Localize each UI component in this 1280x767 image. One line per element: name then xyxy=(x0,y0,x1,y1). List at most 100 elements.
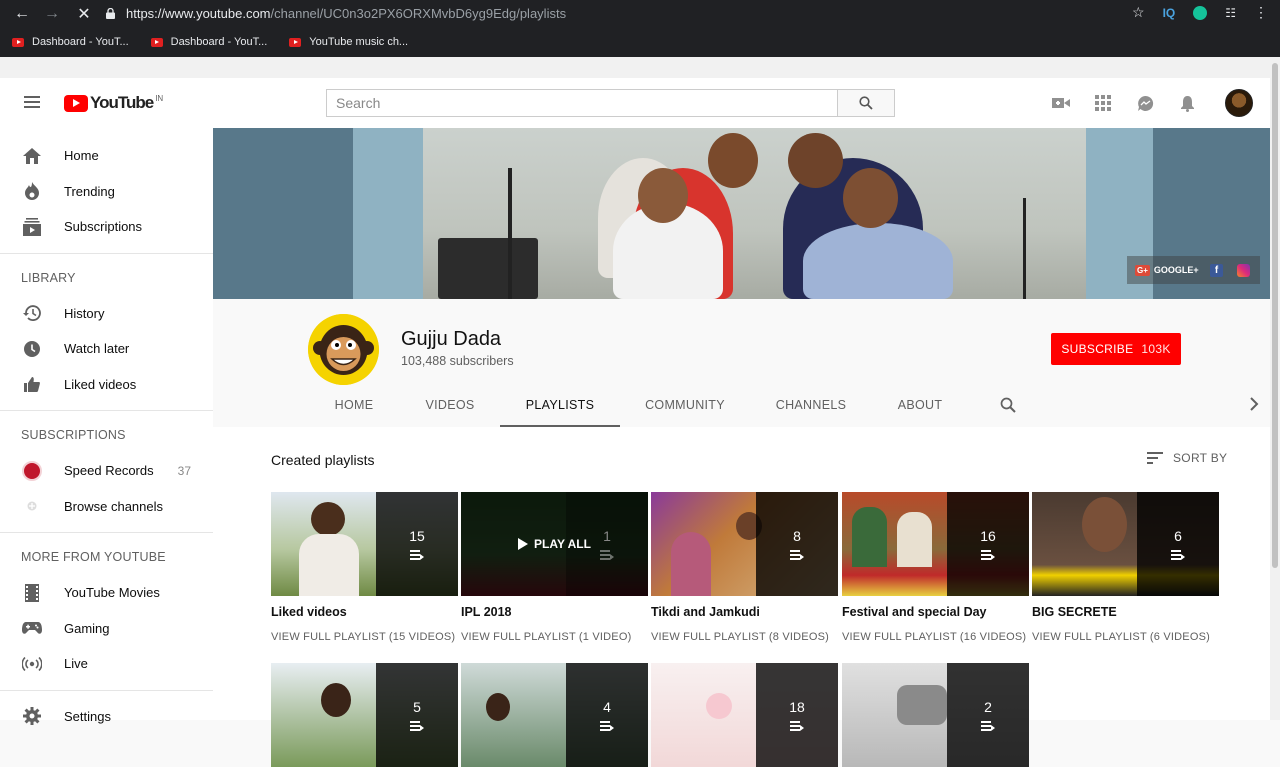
video-count-overlay: 2 xyxy=(947,663,1029,767)
tab-about[interactable]: ABOUT xyxy=(889,385,951,427)
playlist-thumbnail[interactable]: 8 xyxy=(651,492,838,596)
view-full-playlist-link[interactable]: VIEW FULL PLAYLIST (15 VIDEOS) xyxy=(271,631,458,643)
playlist-card[interactable]: 8 Tikdi and Jamkudi VIEW FULL PLAYLIST (… xyxy=(651,492,838,643)
youtube-favicon-icon xyxy=(289,37,302,47)
sidebar-item-gaming[interactable]: Gaming xyxy=(0,611,213,647)
tab-videos[interactable]: VIDEOS xyxy=(417,385,483,427)
instagram-icon[interactable] xyxy=(1237,263,1250,277)
google-plus-icon[interactable]: G+ xyxy=(1135,264,1150,276)
apps-grid-icon[interactable] xyxy=(1093,93,1113,113)
user-avatar[interactable] xyxy=(1225,89,1253,117)
playlist-thumbnail[interactable]: 5 xyxy=(271,663,458,767)
tab-playlists[interactable]: PLAYLISTS xyxy=(500,385,620,427)
playlist-thumbnail[interactable]: 15 xyxy=(271,492,458,596)
playlist-thumbnail[interactable]: 16 xyxy=(842,492,1029,596)
bookmark-item[interactable]: Dashboard - YouT... xyxy=(150,36,268,48)
extension-iq-icon[interactable]: IQ xyxy=(1163,6,1176,20)
sidebar-item-browse-channels[interactable]: Browse channels xyxy=(0,489,213,525)
star-icon[interactable]: ☆ xyxy=(1132,4,1145,21)
playlist-queue-icon xyxy=(790,550,804,560)
playlist-title[interactable]: IPL 2018 xyxy=(461,605,648,619)
view-full-playlist-link[interactable]: VIEW FULL PLAYLIST (1 VIDEO) xyxy=(461,631,648,643)
chevron-right-icon[interactable] xyxy=(1249,397,1259,411)
bookmark-item[interactable]: YouTube music ch... xyxy=(289,36,408,48)
playlist-card[interactable]: 18 xyxy=(651,663,838,767)
sidebar-item-label: Trending xyxy=(64,183,115,199)
video-count-overlay: 6 xyxy=(1137,492,1219,596)
scrollbar-thumb[interactable] xyxy=(1272,63,1278,568)
play-all-button[interactable]: PLAY ALL xyxy=(461,492,648,596)
notifications-bell-icon[interactable] xyxy=(1177,93,1197,113)
back-arrow-icon[interactable]: ← xyxy=(10,5,34,23)
sidebar-item-liked-videos[interactable]: Liked videos xyxy=(0,367,213,403)
playlist-card[interactable]: 5 xyxy=(271,663,458,767)
channel-search-icon[interactable] xyxy=(1000,397,1016,413)
video-count-overlay: 16 xyxy=(947,492,1029,596)
view-full-playlist-link[interactable]: VIEW FULL PLAYLIST (8 VIDEOS) xyxy=(651,631,838,643)
playlist-title[interactable]: Festival and special Day xyxy=(842,605,1029,619)
view-full-playlist-link[interactable]: VIEW FULL PLAYLIST (16 VIDEOS) xyxy=(842,631,1029,643)
page-scrollbar[interactable] xyxy=(1270,57,1280,720)
playlist-thumbnail[interactable]: 6 xyxy=(1032,492,1219,596)
playlist-thumbnail[interactable]: 4 xyxy=(461,663,648,767)
sidebar-item-settings[interactable]: Settings xyxy=(0,699,213,735)
search-button[interactable] xyxy=(837,89,895,117)
playlist-card[interactable]: 2 xyxy=(842,663,1029,767)
messages-icon[interactable] xyxy=(1135,93,1155,113)
google-plus-link[interactable]: GOOGLE+ xyxy=(1154,265,1199,275)
sidebar-item-subscriptions[interactable]: Subscriptions xyxy=(0,209,213,245)
sidebar-item-live[interactable]: Live xyxy=(0,646,213,682)
create-video-icon[interactable] xyxy=(1051,93,1071,113)
sidebar-item-youtube-movies[interactable]: YouTube Movies xyxy=(0,575,213,611)
sort-by-button[interactable]: SORT BY xyxy=(1147,451,1227,465)
play-icon xyxy=(518,538,529,550)
tab-community[interactable]: COMMUNITY xyxy=(637,385,733,427)
playlist-card[interactable]: 16 Festival and special Day VIEW FULL PL… xyxy=(842,492,1029,643)
address-bar[interactable]: https://www.youtube.com/channel/UC0n3o2P… xyxy=(126,6,566,21)
tab-home[interactable]: HOME xyxy=(321,385,387,427)
playlist-title[interactable]: Tikdi and Jamkudi xyxy=(651,605,838,619)
stop-loading-icon[interactable]: ✕ xyxy=(72,4,96,24)
playlist-card[interactable]: 1 PLAY ALL IPL 2018 VIEW FULL PLAYLIST (… xyxy=(461,492,648,643)
bookmark-label: Dashboard - YouT... xyxy=(170,36,268,48)
view-full-playlist-link[interactable]: VIEW FULL PLAYLIST (6 VIDEOS) xyxy=(1032,631,1219,643)
logo-region: IN xyxy=(155,93,164,103)
search-input[interactable]: Search xyxy=(326,89,838,117)
subscribe-label: SUBSCRIBE xyxy=(1061,342,1134,356)
youtube-logo[interactable]: YouTube IN xyxy=(64,93,163,113)
playlist-thumbnail[interactable]: 18 xyxy=(651,663,838,767)
playlist-card[interactable]: 6 BIG SECRETE VIEW FULL PLAYLIST (6 VIDE… xyxy=(1032,492,1219,643)
tab-channels[interactable]: CHANNELS xyxy=(769,385,853,427)
playlist-card[interactable]: 4 xyxy=(461,663,648,767)
sidebar-item-label: Liked videos xyxy=(64,376,137,392)
playlist-title[interactable]: Liked videos xyxy=(271,605,458,619)
forward-arrow-icon[interactable]: → xyxy=(40,5,64,23)
subscribe-button[interactable]: SUBSCRIBE 103K xyxy=(1051,333,1181,365)
playlist-thumbnail[interactable]: 2 xyxy=(842,663,1029,767)
sidebar-item-watch-later[interactable]: Watch later xyxy=(0,331,213,367)
sidebar-item-speed-records[interactable]: Speed Records 37 xyxy=(0,453,213,489)
video-count: 16 xyxy=(980,528,996,544)
sidebar-item-label: Home xyxy=(64,148,99,164)
browser-toolbar-right: ☆ IQ ☷ ⋮ xyxy=(1132,4,1268,21)
playlist-title[interactable]: BIG SECRETE xyxy=(1032,605,1219,619)
social-links: G+ GOOGLE+ f xyxy=(1127,256,1260,284)
playlist-queue-icon xyxy=(600,721,614,731)
playlist-queue-icon xyxy=(981,721,995,731)
sidebar-item-label: Live xyxy=(64,656,88,672)
sidebar-item-history[interactable]: History xyxy=(0,296,213,332)
channel-avatar[interactable] xyxy=(308,314,379,385)
playlist-card[interactable]: 15 Liked videos VIEW FULL PLAYLIST (15 V… xyxy=(271,492,458,643)
sidebar-item-label: Settings xyxy=(64,708,111,724)
hamburger-menu-icon[interactable] xyxy=(24,96,40,108)
page-top-strip xyxy=(0,57,1280,78)
playlist-thumbnail[interactable]: 1 PLAY ALL xyxy=(461,492,648,596)
extension-icon[interactable]: ☷ xyxy=(1225,6,1236,20)
bookmark-label: YouTube music ch... xyxy=(309,36,409,48)
facebook-icon[interactable]: f xyxy=(1210,263,1223,277)
sidebar-item-home[interactable]: Home xyxy=(0,138,213,174)
sidebar-item-trending[interactable]: Trending xyxy=(0,174,213,210)
menu-dots-icon[interactable]: ⋮ xyxy=(1254,4,1268,21)
grammarly-icon[interactable] xyxy=(1193,5,1208,20)
bookmark-item[interactable]: Dashboard - YouT... xyxy=(12,36,129,48)
